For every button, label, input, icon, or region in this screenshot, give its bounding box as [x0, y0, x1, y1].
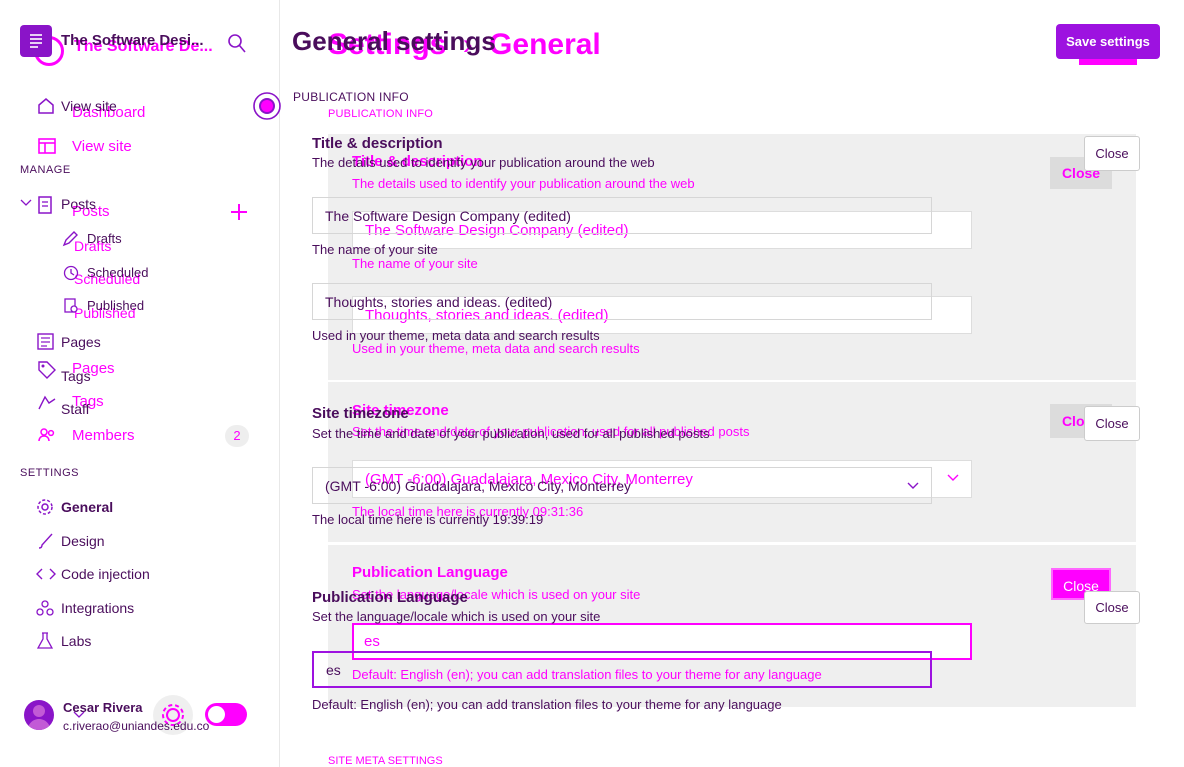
timezone-subtitle: Set the time and date of your publicatio…	[312, 426, 710, 441]
timezone-heading: Site timezone	[312, 405, 409, 422]
chevron-down-icon	[907, 482, 919, 490]
nav-integrations[interactable]: Integrations	[61, 600, 134, 616]
timezone-select-value: (GMT -6:00) Guadalajara, Mexico City, Mo…	[325, 478, 632, 494]
description-input[interactable]: Thoughts, stories and ideas. (edited)	[312, 283, 932, 320]
chevron-down-icon[interactable]	[20, 199, 32, 207]
code-icon	[36, 568, 56, 580]
close-button[interactable]: Close	[1084, 591, 1140, 624]
timezone-select[interactable]: (GMT -6:00) Guadalajara, Mexico City, Mo…	[312, 467, 932, 504]
nav-pages[interactable]: Pages	[61, 334, 101, 350]
page-title: General settings	[292, 26, 496, 56]
gear-icon	[36, 498, 54, 516]
published-icon	[63, 298, 79, 314]
close-button[interactable]: Close	[1084, 406, 1140, 441]
overlay-layer-a: The Software Desi... View site MANAGE Po…	[0, 0, 1184, 767]
description-help: Used in your theme, meta data and search…	[312, 328, 600, 343]
language-subtitle: Set the language/locale which is used on…	[312, 609, 601, 624]
title-input[interactable]: The Software Design Company (edited)	[312, 197, 932, 234]
user-email: c.riverao@uniandes.edu.co	[63, 719, 210, 733]
save-settings-button[interactable]: Save settings	[1056, 24, 1160, 59]
posts-icon	[37, 195, 55, 215]
clock-icon	[63, 265, 79, 281]
nav-staff[interactable]: Staff	[61, 401, 90, 417]
view-site-icon	[37, 97, 55, 115]
title-desc-subtitle: The details used to identify your public…	[312, 155, 655, 170]
nav-code-injection[interactable]: Code injection	[61, 566, 150, 582]
nav-published[interactable]: Published	[87, 298, 144, 313]
title-desc-heading: Title & description	[312, 135, 443, 152]
settings-heading: SETTINGS	[20, 467, 80, 479]
manage-heading: MANAGE	[20, 164, 71, 176]
language-input[interactable]: es	[312, 651, 932, 688]
nav-design[interactable]: Design	[61, 533, 105, 549]
integrations-icon	[36, 599, 54, 617]
flask-icon	[37, 632, 53, 650]
language-help: Default: English (en); you can add trans…	[312, 697, 782, 712]
staff-icon	[37, 393, 57, 413]
language-heading: Publication Language	[312, 589, 468, 606]
close-button[interactable]: Close	[1084, 136, 1140, 171]
view-site-external-icon[interactable]	[252, 91, 282, 121]
pages-icon	[37, 333, 55, 351]
brush-icon	[37, 532, 55, 550]
title-help: The name of your site	[312, 242, 438, 257]
nav-labs[interactable]: Labs	[61, 633, 91, 649]
tag-icon	[37, 360, 57, 380]
drafts-pencil-icon	[62, 231, 80, 247]
timezone-help: The local time here is currently 19:39:1…	[312, 512, 544, 527]
nav-drafts[interactable]: Drafts	[87, 231, 122, 246]
avatar[interactable]	[24, 700, 54, 730]
site-title[interactable]: The Software Desi...	[61, 32, 204, 49]
nav-scheduled[interactable]: Scheduled	[87, 265, 148, 280]
nav-tags[interactable]: Tags	[61, 368, 91, 384]
search-icon[interactable]	[227, 33, 247, 55]
nav-posts[interactable]: Posts	[61, 196, 96, 212]
site-icon[interactable]	[20, 25, 52, 57]
nav-view-site[interactable]: View site	[61, 98, 117, 114]
section-label: PUBLICATION INFO	[293, 90, 409, 104]
nav-general[interactable]: General	[61, 499, 113, 515]
chevron-down-icon[interactable]	[73, 711, 85, 719]
